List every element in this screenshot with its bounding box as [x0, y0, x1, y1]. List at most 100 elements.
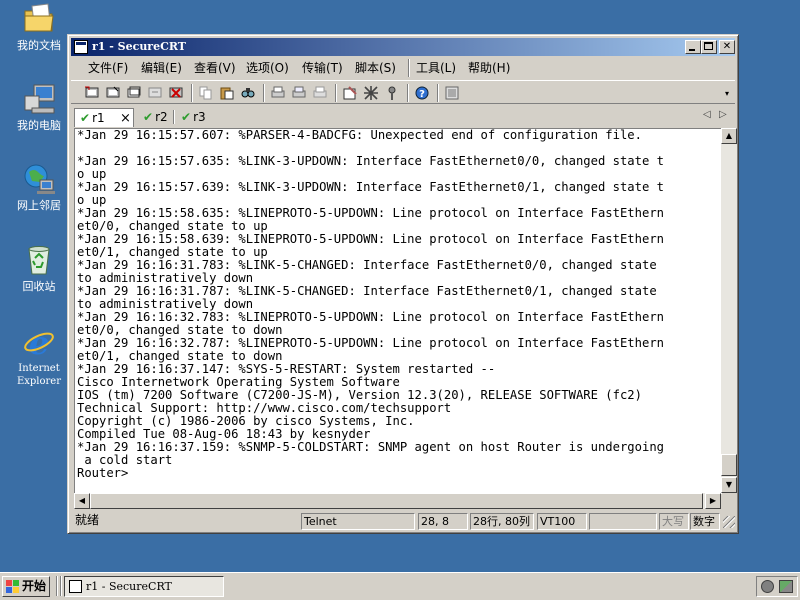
close-button[interactable]: ✕: [719, 40, 735, 54]
securecrt-app-icon[interactable]: [74, 40, 88, 54]
securecrt-window: r1 - SecureCRT ✕ 文件(F) 编辑(E) 查看(V) 选项(O)…: [67, 34, 739, 534]
start-label: 开始: [22, 579, 47, 593]
start-button[interactable]: 开始: [2, 576, 50, 597]
terminal-line: et0/0, changed state to down: [77, 323, 283, 337]
maximize-button[interactable]: [701, 40, 717, 54]
horizontal-scrollbar[interactable]: ◀ ▶: [74, 493, 721, 509]
terminal-line: *Jan 29 16:15:57.607: %PARSER-4-BADCFG: …: [77, 128, 642, 142]
terminal-line: *Jan 29 16:16:37.147: %SYS-5-RESTART: Sy…: [77, 362, 496, 376]
terminal-line: *Jan 29 16:16:32.783: %LINEPROTO-5-UPDOW…: [77, 310, 664, 324]
toolbar: ? ▾: [71, 80, 735, 104]
quicklaunch-separator: [60, 576, 62, 596]
horizontal-scroll-thumb[interactable]: [90, 493, 703, 509]
toolbar-overflow-chevron-icon[interactable]: ▾: [725, 89, 729, 98]
reconnect-icon[interactable]: [146, 84, 164, 102]
help-icon[interactable]: ?: [413, 84, 431, 102]
vertical-scrollbar[interactable]: ▲ ▼: [721, 128, 737, 493]
desktop-icon-recycle-bin[interactable]: 回收站: [4, 243, 74, 293]
connected-check-icon: ✔: [181, 110, 192, 124]
find-icon[interactable]: [239, 84, 257, 102]
disconnect-icon[interactable]: [167, 84, 185, 102]
print-setup-icon[interactable]: [269, 84, 287, 102]
connected-check-icon: ✔: [80, 111, 91, 125]
quick-connect-icon[interactable]: [104, 84, 122, 102]
arrow-down-icon: ▼: [725, 480, 733, 489]
scroll-up-button[interactable]: ▲: [721, 128, 737, 144]
network-places-icon: [22, 162, 56, 196]
desktop-icon-internet-explorer[interactable]: e Internet Explorer: [4, 324, 74, 388]
status-protocol: Telnet: [301, 513, 415, 530]
window-title: r1 - SecureCRT: [92, 40, 186, 53]
terminal-line: Copyright (c) 1986-2006 by cisco Systems…: [77, 414, 415, 428]
taskbar-button-securecrt[interactable]: r1 - SecureCRT: [64, 576, 224, 597]
scroll-down-button[interactable]: ▼: [721, 477, 737, 493]
status-bar: 就绪 Telnet 28, 8 28行, 80列 VT100 大写 数字: [71, 511, 735, 531]
arrow-left-icon: ◀: [78, 496, 86, 505]
terminal-output[interactable]: *Jan 29 16:15:57.607: %PARSER-4-BADCFG: …: [74, 128, 722, 494]
terminal-line: et0/1, changed state to down: [77, 349, 283, 363]
securecrt-app-icon: [69, 580, 82, 593]
tab-r1[interactable]: ✔ r1 ×: [74, 108, 134, 127]
menu-script[interactable]: 脚本(S): [355, 60, 396, 76]
desktop-icon-label: 我的电脑: [17, 119, 61, 132]
tab-label: r1: [92, 111, 105, 125]
paste-icon[interactable]: [218, 84, 236, 102]
tab-r3[interactable]: ✔ r3: [179, 108, 206, 127]
terminal-line: to administratively down: [77, 271, 254, 285]
terminal-line: Cisco Internetwork Operating System Soft…: [77, 375, 400, 389]
status-ready: 就绪: [75, 513, 100, 527]
terminal-line: *Jan 29 16:15:58.635: %LINEPROTO-5-UPDOW…: [77, 206, 664, 220]
menu-transfer[interactable]: 传输(T): [302, 60, 343, 76]
connected-check-icon: ✔: [143, 110, 154, 124]
minimize-button[interactable]: [685, 40, 701, 54]
terminal-line: *Jan 29 16:15:58.639: %LINEPROTO-5-UPDOW…: [77, 232, 664, 246]
menu-edit[interactable]: 编辑(E): [141, 60, 182, 76]
connect-icon[interactable]: [83, 84, 101, 102]
resize-grip-icon[interactable]: [723, 516, 735, 528]
menu-help[interactable]: 帮助(H): [468, 60, 510, 76]
network-status-icon[interactable]: [779, 580, 793, 593]
system-tray: [756, 576, 798, 597]
scroll-right-button[interactable]: ▶: [705, 493, 721, 509]
recycle-bin-icon: [22, 243, 56, 277]
tab-separator: [173, 110, 175, 124]
menu-view[interactable]: 查看(V): [194, 60, 236, 76]
desktop-icon-my-documents[interactable]: 我的文档: [4, 2, 74, 52]
tab-scroll-left-icon[interactable]: ◁: [703, 109, 711, 120]
print-icon[interactable]: [311, 84, 329, 102]
session-options-icon[interactable]: [341, 84, 359, 102]
terminal-line: to administratively down: [77, 297, 254, 311]
terminal-line: *Jan 29 16:16:37.159: %SNMP-5-COLDSTART:…: [77, 440, 664, 454]
sftp-icon[interactable]: [443, 84, 461, 102]
desktop-icon-my-computer[interactable]: 我的电脑: [4, 82, 74, 132]
print-selection-icon[interactable]: [290, 84, 308, 102]
tab-r2[interactable]: ✔ r2: [141, 108, 168, 127]
desktop-icon-network-places[interactable]: 网上邻居: [4, 162, 74, 212]
menu-options[interactable]: 选项(O): [246, 60, 289, 76]
menu-tools[interactable]: 工具(L): [416, 60, 456, 76]
title-bar[interactable]: r1 - SecureCRT ✕: [71, 38, 735, 56]
global-options-icon[interactable]: [362, 84, 380, 102]
terminal-line: a cold start: [77, 453, 173, 467]
session-tab-bar: ✔ r1 × ✔ r2 ✔ r3 ◁ ▷: [71, 106, 735, 128]
status-terminal-size: 28行, 80列: [470, 513, 534, 530]
tab-close-icon[interactable]: ×: [120, 109, 131, 128]
toolbar-separator: [335, 84, 337, 102]
volume-icon[interactable]: [761, 580, 774, 593]
my-computer-icon: [22, 82, 56, 116]
close-icon: ✕: [722, 41, 732, 52]
vertical-scroll-thumb[interactable]: [721, 454, 737, 476]
terminal-line: Router>: [77, 466, 129, 480]
terminal-line: *Jan 29 16:16:31.783: %LINK-5-CHANGED: I…: [77, 258, 657, 272]
terminal-line: *Jan 29 16:15:57.635: %LINK-3-UPDOWN: In…: [77, 154, 664, 168]
menu-file[interactable]: 文件(F): [88, 60, 128, 76]
desktop-icon-label: 回收站: [22, 280, 56, 293]
keymap-icon[interactable]: [383, 84, 401, 102]
maximize-icon: [704, 42, 713, 50]
tab-scroll-right-icon[interactable]: ▷: [719, 109, 727, 120]
scroll-left-button[interactable]: ◀: [74, 493, 90, 509]
connect-tab-icon[interactable]: [125, 84, 143, 102]
toolbar-separator: [437, 84, 439, 102]
copy-icon[interactable]: [197, 84, 215, 102]
status-emulation: VT100: [537, 513, 587, 530]
